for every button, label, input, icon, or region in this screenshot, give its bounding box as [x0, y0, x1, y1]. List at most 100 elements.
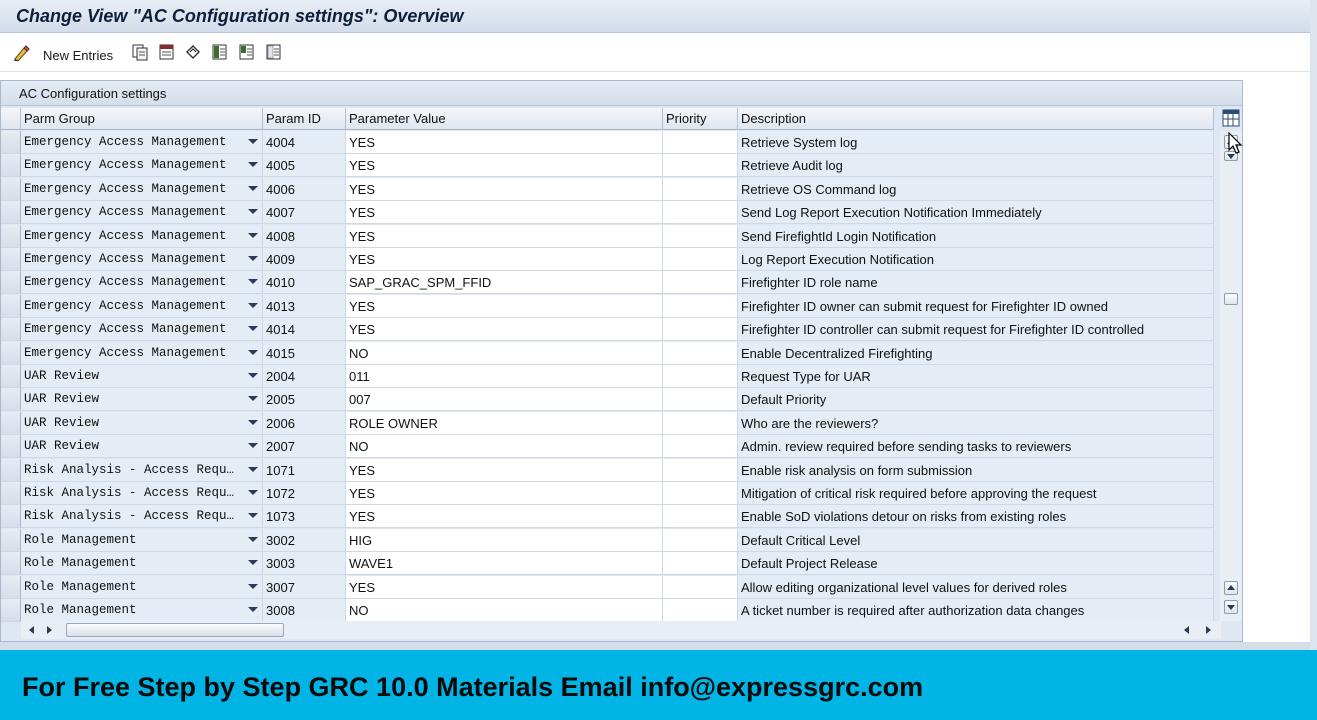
table-row[interactable]: Risk Analysis - Access Requ… 1071 YES Enabl…	[1, 458, 1214, 482]
row-selector[interactable]	[1, 271, 21, 295]
parameter-value-input[interactable]: YES	[346, 224, 663, 248]
parameter-value-input[interactable]: 011	[346, 365, 663, 388]
row-selector[interactable]	[1, 435, 21, 459]
priority-input[interactable]	[663, 482, 738, 505]
parm-group-dropdown[interactable]: Risk Analysis - Access Requ…	[21, 505, 263, 529]
parameter-value-input[interactable]: NO	[346, 599, 663, 622]
dropdown-arrow-icon[interactable]	[248, 490, 258, 495]
table-row[interactable]: UAR Review 2007 NO Admin. review required b…	[1, 435, 1214, 459]
parameter-value-input[interactable]: YES	[346, 177, 663, 201]
new-entries-button[interactable]: New Entries	[43, 45, 113, 65]
parameter-value-input[interactable]: YES	[346, 318, 663, 342]
parameter-value-input[interactable]: NO	[346, 341, 663, 365]
priority-input[interactable]	[663, 599, 738, 622]
row-selector[interactable]	[1, 131, 21, 154]
column-header-param-id[interactable]: Param ID	[263, 108, 346, 130]
select-block-icon[interactable]	[238, 43, 256, 61]
dropdown-arrow-icon[interactable]	[248, 349, 258, 355]
table-row[interactable]: Emergency Access Management 4004 YES Retrie…	[1, 131, 1214, 154]
dropdown-arrow-icon[interactable]	[248, 373, 258, 378]
parameter-value-input[interactable]: YES	[346, 505, 663, 529]
undo-change-icon[interactable]	[184, 43, 202, 61]
horizontal-scroll-thumb[interactable]	[66, 623, 284, 637]
table-settings-icon[interactable]	[1222, 109, 1240, 127]
priority-input[interactable]	[663, 177, 738, 201]
priority-input[interactable]	[663, 131, 738, 154]
dropdown-arrow-icon[interactable]	[248, 443, 258, 449]
row-selector[interactable]	[1, 224, 21, 248]
scroll-right-icon[interactable]	[47, 626, 52, 634]
table-row[interactable]: UAR Review 2006 ROLE OWNER Who are the revi…	[1, 411, 1214, 435]
table-row[interactable]: Emergency Access Management 4015 NO Enable …	[1, 341, 1214, 365]
table-row[interactable]: Role Management 3008 NO A ticket number is …	[1, 599, 1214, 622]
table-row[interactable]: Emergency Access Management 4014 YES Firefi…	[1, 318, 1214, 342]
row-selector[interactable]	[1, 248, 21, 271]
priority-input[interactable]	[663, 528, 738, 552]
row-selector[interactable]	[1, 528, 21, 552]
parameter-value-input[interactable]: YES	[346, 458, 663, 482]
priority-input[interactable]	[663, 365, 738, 388]
row-selector[interactable]	[1, 201, 21, 225]
priority-input[interactable]	[663, 435, 738, 459]
dropdown-arrow-icon[interactable]	[248, 396, 258, 402]
row-selector[interactable]	[1, 575, 21, 599]
table-row[interactable]: Emergency Access Management 4010 SAP_GRAC_…	[1, 271, 1214, 295]
parm-group-dropdown[interactable]: Role Management	[21, 528, 263, 552]
scroll-column-left-icon[interactable]	[1184, 626, 1189, 634]
table-row[interactable]: Risk Analysis - Access Requ… 1073 YES Enabl…	[1, 505, 1214, 529]
scroll-page-up-button[interactable]	[1224, 581, 1238, 595]
select-all-icon[interactable]	[211, 43, 229, 61]
priority-input[interactable]	[663, 411, 738, 435]
scroll-left-icon[interactable]	[29, 626, 34, 634]
dropdown-arrow-icon[interactable]	[248, 583, 258, 589]
parameter-value-input[interactable]: HIG	[346, 528, 663, 552]
parm-group-dropdown[interactable]: Emergency Access Management	[21, 224, 263, 248]
priority-input[interactable]	[663, 575, 738, 599]
copy-as-icon[interactable]	[131, 43, 149, 61]
row-selector[interactable]	[1, 154, 21, 178]
parm-group-dropdown[interactable]: Role Management	[21, 575, 263, 599]
dropdown-arrow-icon[interactable]	[248, 185, 258, 191]
dropdown-arrow-icon[interactable]	[248, 513, 258, 519]
parm-group-dropdown[interactable]: Emergency Access Management	[21, 341, 263, 365]
delete-icon[interactable]	[158, 43, 176, 61]
dropdown-arrow-icon[interactable]	[248, 607, 258, 612]
row-selector[interactable]	[1, 318, 21, 342]
parm-group-dropdown[interactable]: Emergency Access Management	[21, 294, 263, 318]
table-row[interactable]: UAR Review 2004 011 Request Type for UAR	[1, 365, 1214, 388]
row-selector[interactable]	[1, 177, 21, 201]
table-row[interactable]: Emergency Access Management 4006 YES Retrie…	[1, 177, 1214, 201]
column-header-description[interactable]: Description	[738, 108, 1214, 130]
priority-input[interactable]	[663, 224, 738, 248]
scroll-column-right-icon[interactable]	[1206, 626, 1211, 634]
row-selector[interactable]	[1, 388, 21, 412]
parameter-value-input[interactable]: WAVE1	[346, 552, 663, 576]
parameter-value-input[interactable]: YES	[346, 154, 663, 178]
row-selector[interactable]	[1, 599, 21, 622]
parameter-value-input[interactable]: YES	[346, 131, 663, 154]
priority-input[interactable]	[663, 248, 738, 271]
row-selector[interactable]	[1, 294, 21, 318]
column-header-priority[interactable]: Priority	[663, 108, 738, 130]
change-display-icon[interactable]	[12, 43, 32, 63]
table-row[interactable]: Role Management 3003 WAVE1 Default Project …	[1, 552, 1214, 576]
priority-input[interactable]	[663, 458, 738, 482]
parm-group-dropdown[interactable]: UAR Review	[21, 411, 263, 435]
dropdown-arrow-icon[interactable]	[248, 232, 258, 238]
priority-input[interactable]	[663, 294, 738, 318]
dropdown-arrow-icon[interactable]	[248, 466, 258, 472]
priority-input[interactable]	[663, 271, 738, 295]
parm-group-dropdown[interactable]: Emergency Access Management	[21, 248, 263, 271]
table-row[interactable]: Role Management 3002 HIG Default Critical L…	[1, 528, 1214, 552]
parm-group-dropdown[interactable]: Emergency Access Management	[21, 271, 263, 295]
parameter-value-input[interactable]: SAP_GRAC_SPM_FFID	[346, 271, 663, 295]
parm-group-dropdown[interactable]: Emergency Access Management	[21, 131, 263, 154]
select-all-rows-header[interactable]	[1, 108, 21, 130]
table-row[interactable]: Risk Analysis - Access Requ… 1072 YES Mitig…	[1, 482, 1214, 505]
parm-group-dropdown[interactable]: Role Management	[21, 552, 263, 576]
priority-input[interactable]	[663, 201, 738, 225]
parameter-value-input[interactable]: YES	[346, 575, 663, 599]
row-selector[interactable]	[1, 552, 21, 576]
dropdown-arrow-icon[interactable]	[248, 536, 258, 542]
row-selector[interactable]	[1, 458, 21, 482]
